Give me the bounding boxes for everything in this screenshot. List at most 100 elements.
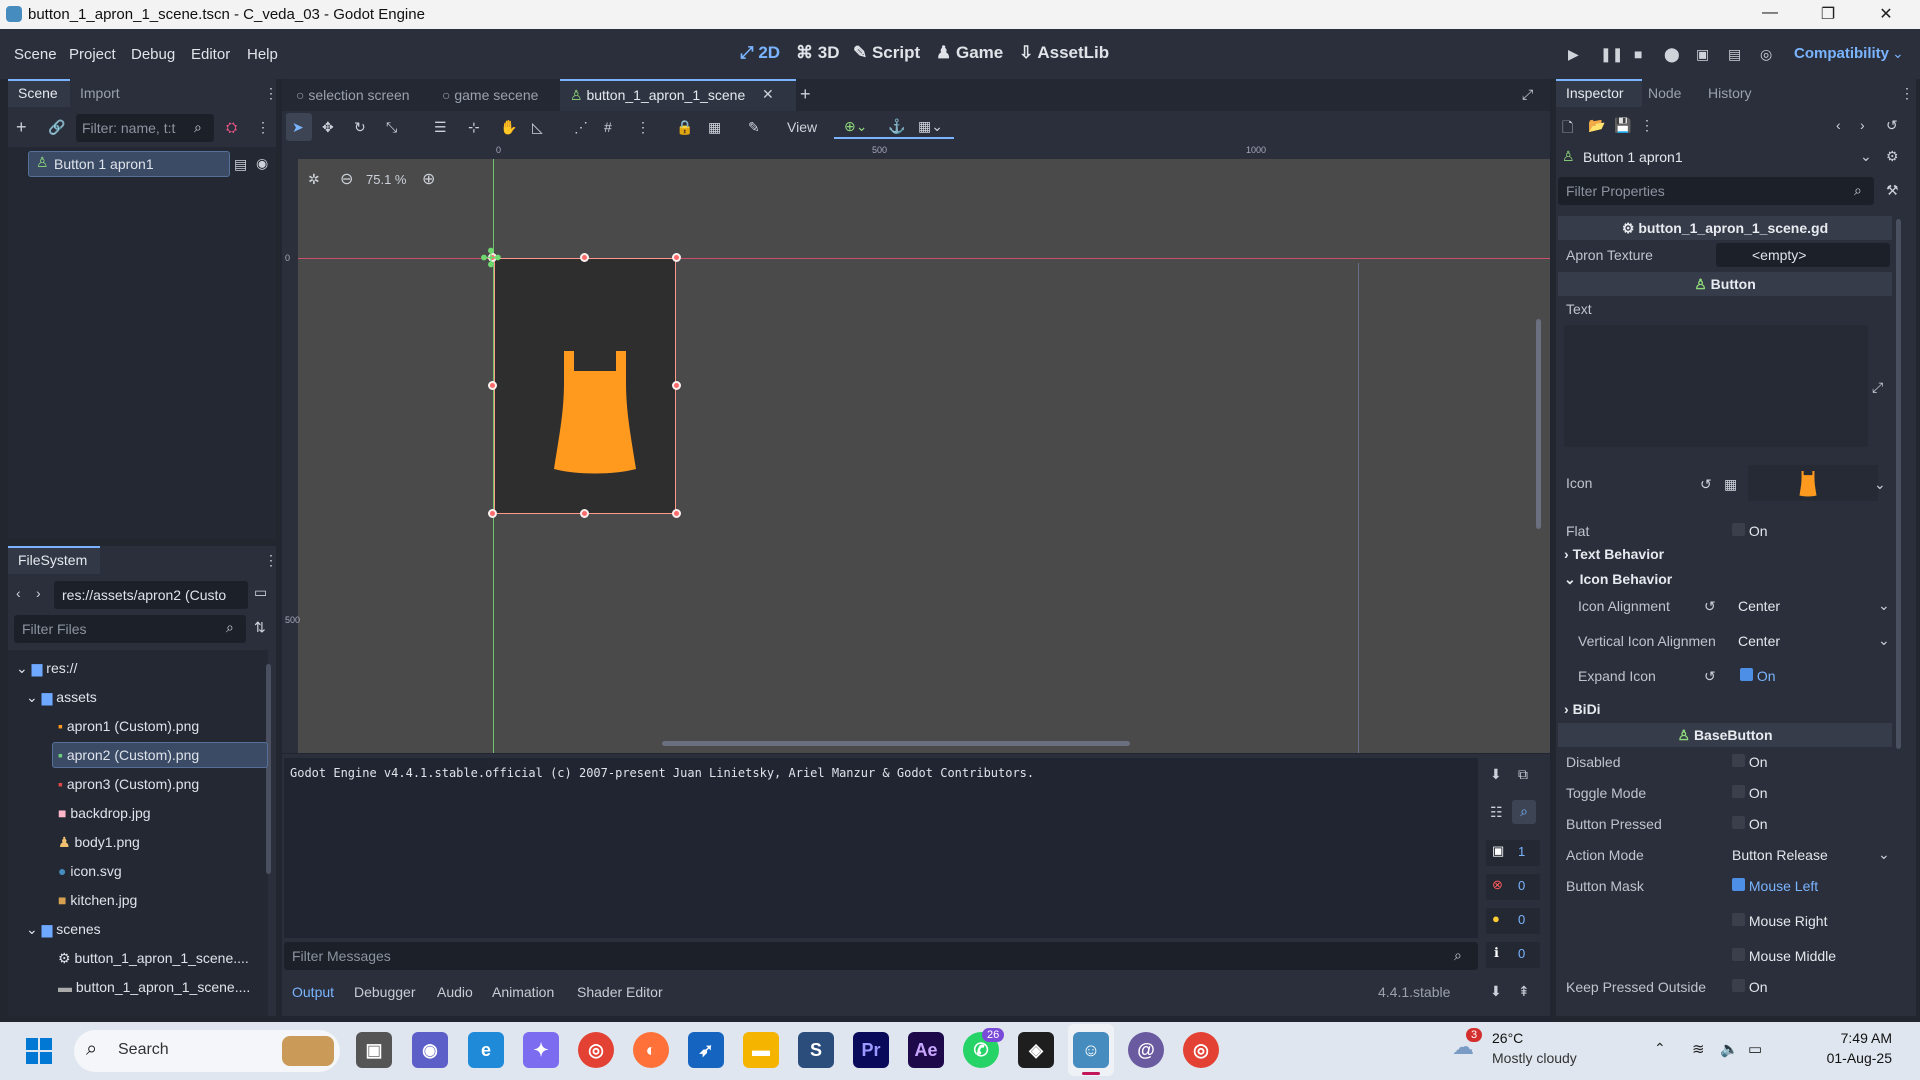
tab-node[interactable]: Node [1648,85,1681,101]
play-icon[interactable]: ▶ [1568,46,1579,63]
menu-debug[interactable]: Debug [131,46,175,63]
dock-menu-icon[interactable]: ⋮ [264,85,278,102]
flat-checkbox[interactable]: On [1732,523,1768,539]
copy-log-icon[interactable]: ⧉ [1518,766,1528,783]
dock-menu-icon[interactable]: ⋮ [264,552,278,569]
resize-handle[interactable] [580,509,589,518]
kebab-icon[interactable]: ⋮ [256,119,270,136]
tab-import[interactable]: Import [80,85,120,101]
search-toggle-icon[interactable]: ⌕ [1512,800,1536,824]
node-settings-icon[interactable]: ⚙ [1886,148,1899,165]
new-resource-icon[interactable]: 🗋 [1562,117,1573,141]
new-tab-icon[interactable]: + [800,84,811,105]
after-effects-icon[interactable]: Ae [908,1032,944,1068]
chevron-down-icon[interactable]: ⌄ [1860,148,1872,165]
center-view-icon[interactable]: ✲ [308,171,320,188]
pivot-icon[interactable]: ⊹ [468,119,480,136]
lock-icon[interactable]: 🔒 [676,119,693,136]
figma-icon[interactable]: ◈ [1018,1032,1054,1068]
horizontal-scrollbar[interactable] [662,741,1130,746]
layout-presets-icon[interactable]: ▦⌄ [918,118,943,135]
file-scene-2[interactable]: ▬ button_1_apron_1_scene.... [58,979,250,995]
volume-icon[interactable]: 🔈 [1720,1040,1739,1058]
script-section[interactable]: ⚙ button_1_apron_1_scene.gd [1558,216,1892,240]
vertical-icon-alignment-select[interactable]: Center [1738,633,1780,649]
premiere-icon[interactable]: Pr [853,1032,889,1068]
disabled-checkbox[interactable]: On [1732,754,1768,770]
snap-options-icon[interactable]: ⋮ [636,119,650,136]
icon-behavior-group[interactable]: ⌄ Icon Behavior [1564,571,1672,588]
list-select-icon[interactable]: ☰ [434,119,447,136]
mask-left-checkbox[interactable]: Mouse Left [1732,878,1818,894]
zoom-out-icon[interactable]: ⊖ [340,169,353,189]
attached-script-icon[interactable]: ▤ [234,156,247,173]
renderer-select[interactable]: Compatibility [1794,45,1889,62]
text-behavior-group[interactable]: › Text Behavior [1564,546,1664,562]
property-tools-icon[interactable]: ⚒ [1886,182,1899,199]
tab-animation[interactable]: Animation [492,984,554,1000]
history-forward-icon[interactable]: › [1860,117,1865,133]
revert-icon[interactable]: ↺ [1700,476,1712,493]
group-icon[interactable]: ▦ [708,119,721,136]
chrome-profile-icon[interactable]: ◎ [1183,1032,1219,1068]
file-icon-svg[interactable]: ● icon.svg [58,863,122,879]
filter-messages-input[interactable]: Filter Messages [284,942,1478,970]
workspace-assetlib[interactable]: ⇩ AssetLib [1019,43,1109,63]
close-window-icon[interactable]: ✕ [1876,4,1896,24]
button-pressed-checkbox[interactable]: On [1732,816,1768,832]
resize-handle[interactable] [672,509,681,518]
expand-icon-checkbox[interactable]: On [1740,668,1776,684]
minimize-icon[interactable]: — [1760,4,1780,22]
stop-icon[interactable]: ■ [1634,46,1642,62]
file-scene-1[interactable]: ⚙ button_1_apron_1_scene.... [58,950,249,967]
clock-date[interactable]: 01-Aug-25 [1798,1050,1892,1066]
inspector-scrollbar[interactable] [1896,219,1901,749]
chevron-up-icon[interactable]: ⌃ [1654,1040,1666,1057]
file-tree-scrollbar[interactable] [266,664,271,874]
scale-icon[interactable]: ⤡ [386,119,397,136]
chevron-down-icon[interactable]: ⌄ [1878,597,1890,614]
move-icon[interactable]: ✥ [322,119,334,136]
add-node-icon[interactable]: + [16,117,27,138]
resize-handle[interactable] [488,509,497,518]
file-body1[interactable]: ♟ body1.png [58,834,140,851]
filter-properties-input[interactable]: Filter Properties [1558,177,1874,205]
maximize-icon[interactable]: ❐ [1818,4,1838,24]
teams-icon[interactable]: ◉ [412,1032,448,1068]
app-icon[interactable]: ➶ [688,1032,724,1068]
tab-selection-screen[interactable]: ○ selection screen [296,87,410,103]
resize-handle[interactable] [672,381,681,390]
toggle-mode-checkbox[interactable]: On [1732,785,1768,801]
expand-text-icon[interactable]: ⤢ [1872,379,1883,396]
wifi-icon[interactable]: ≋ [1692,1040,1705,1058]
revert-icon[interactable]: ↺ [1704,598,1716,615]
menu-scene[interactable]: Scene [14,46,57,63]
resize-handle[interactable] [672,253,681,262]
file-backdrop[interactable]: ■ backdrop.jpg [58,805,151,821]
file-apron2[interactable]: ▪ apron2 (Custom).png [58,747,199,763]
split-view-icon[interactable]: ▭ [254,584,267,601]
godot-icon[interactable]: ☺ [1073,1032,1109,1068]
file-apron1[interactable]: ▪ apron1 (Custom).png [58,718,199,734]
history-back-icon[interactable]: ‹ [1836,117,1841,133]
folder-assets[interactable]: ⌄ ▆ assets [26,689,97,706]
file-kitchen[interactable]: ■ kitchen.jpg [58,892,137,908]
button-section[interactable]: ♙ Button [1558,272,1892,296]
mask-right-checkbox[interactable]: Mouse Right [1732,913,1827,929]
workspace-game[interactable]: ♟ Game [936,43,1003,63]
zoom-level[interactable]: 75.1 % [366,172,406,187]
file-explorer-icon[interactable]: ▬ [743,1032,779,1068]
dock-menu-icon[interactable]: ⋮ [1900,85,1914,102]
tab-debugger[interactable]: Debugger [354,984,416,1000]
more-icon[interactable]: ⋮ [1640,117,1654,134]
action-mode-select[interactable]: Button Release [1732,847,1828,863]
distraction-free-icon[interactable]: ⤢ [1522,86,1533,103]
bone-icon[interactable]: ✎ [748,119,760,136]
tab-shader-editor[interactable]: Shader Editor [577,984,663,1000]
script-icon[interactable]: ⛭ [226,119,237,136]
save-resource-icon[interactable]: 💾 [1614,117,1631,134]
keep-pressed-checkbox[interactable]: On [1732,979,1768,995]
folder-scenes[interactable]: ⌄ ▆ scenes [26,921,101,938]
revert-icon[interactable]: ↺ [1704,668,1716,685]
visibility-eye-icon[interactable]: ◉ [256,155,268,172]
